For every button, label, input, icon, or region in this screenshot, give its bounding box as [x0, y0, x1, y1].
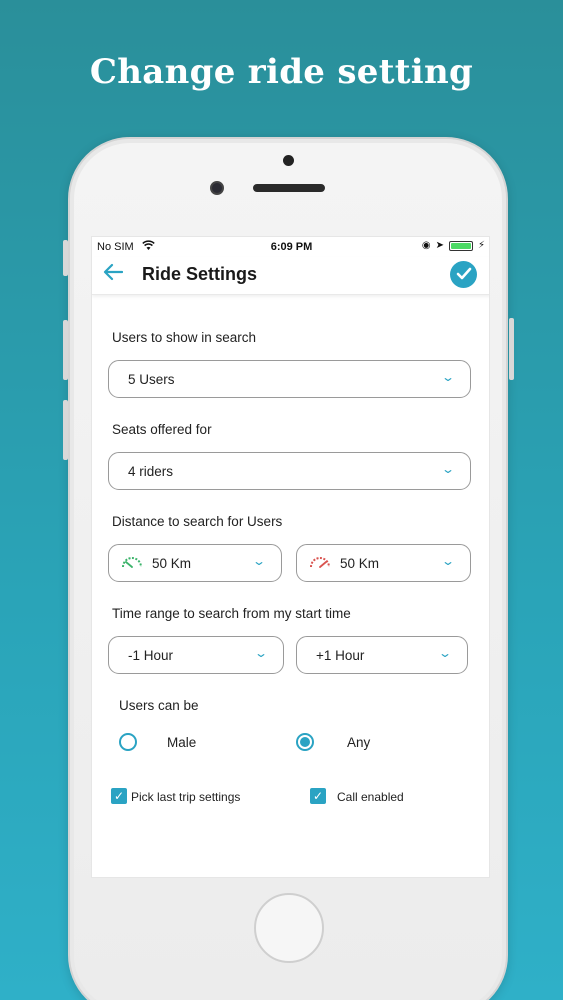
status-bar: No SIM 6:09 PM ◉ ➤ ⚡	[92, 237, 489, 257]
chevron-down-icon: ⌄	[437, 646, 453, 660]
time-after-dropdown[interactable]: +1 Hour ⌄	[296, 636, 468, 674]
gender-label: Users can be	[119, 698, 199, 713]
save-check-button[interactable]	[450, 261, 477, 288]
volume-up-button	[63, 320, 68, 380]
front-camera	[210, 181, 224, 195]
time-range-label: Time range to search from my start time	[112, 606, 351, 621]
radio-any[interactable]	[296, 733, 314, 751]
app-screen: No SIM 6:09 PM ◉ ➤ ⚡ Ride Settings Users…	[91, 236, 490, 878]
volume-down-button	[63, 400, 68, 460]
mute-switch	[63, 240, 68, 276]
charging-icon: ⚡	[477, 240, 485, 251]
time-before-dropdown[interactable]: -1 Hour ⌄	[108, 636, 284, 674]
power-button	[509, 318, 514, 380]
chevron-down-icon: ⌄	[440, 462, 456, 476]
chevron-down-icon: ⌄	[440, 554, 456, 568]
time-before-value: -1 Hour	[128, 648, 174, 663]
time-after-value: +1 Hour	[316, 648, 365, 663]
radio-any-label: Any	[347, 735, 371, 750]
call-enabled-label: Call enabled	[337, 790, 404, 804]
distance-min-value: 50 Km	[152, 556, 192, 571]
speedometer-low-icon	[122, 557, 142, 568]
distance-max-dropdown[interactable]: 50 Km ⌄	[296, 544, 471, 582]
call-enabled-checkbox[interactable]: ✓	[310, 788, 326, 804]
rotation-lock-icon: ◉	[421, 240, 431, 251]
chevron-down-icon: ⌄	[251, 554, 267, 568]
page-title: Ride Settings	[142, 264, 258, 284]
seats-dropdown[interactable]: 4 riders ⌄	[108, 452, 471, 490]
battery-icon	[448, 240, 473, 251]
chevron-down-icon: ⌄	[440, 370, 456, 384]
chevron-down-icon: ⌄	[253, 646, 269, 660]
users-search-dropdown[interactable]: 5 Users ⌄	[108, 360, 471, 398]
pick-last-label: Pick last trip settings	[131, 790, 241, 804]
pick-last-checkbox[interactable]: ✓	[111, 788, 127, 804]
seats-value: 4 riders	[128, 464, 174, 479]
home-button[interactable]	[254, 893, 324, 963]
users-search-value: 5 Users	[128, 372, 175, 387]
proximity-sensor	[283, 155, 294, 166]
distance-label: Distance to search for Users	[112, 514, 283, 529]
radio-male-label: Male	[167, 735, 197, 750]
back-arrow-icon[interactable]	[103, 262, 124, 286]
nav-bar: Ride Settings	[92, 257, 489, 295]
radio-male[interactable]	[119, 733, 137, 751]
distance-min-dropdown[interactable]: 50 Km ⌄	[108, 544, 282, 582]
speedometer-high-icon	[310, 557, 330, 568]
promo-headline: Change ride setting	[89, 52, 474, 92]
users-search-label: Users to show in search	[112, 330, 257, 345]
location-icon: ➤	[435, 240, 444, 251]
distance-max-value: 50 Km	[340, 556, 380, 571]
earpiece-speaker	[253, 184, 325, 192]
seats-label: Seats offered for	[112, 422, 212, 437]
